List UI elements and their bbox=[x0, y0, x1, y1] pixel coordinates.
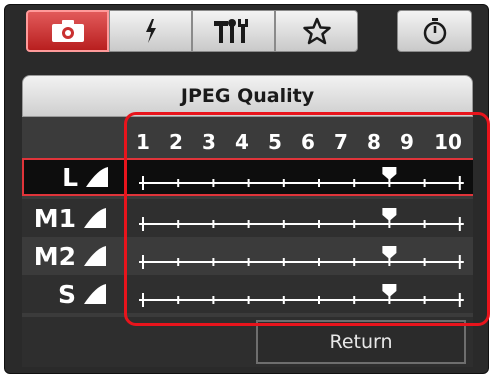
return-button[interactable]: Return bbox=[256, 320, 466, 364]
slider-marker[interactable] bbox=[382, 284, 397, 297]
slider-marker[interactable] bbox=[382, 208, 397, 221]
slider-marker[interactable] bbox=[382, 246, 397, 259]
slider-marker[interactable] bbox=[382, 167, 397, 180]
